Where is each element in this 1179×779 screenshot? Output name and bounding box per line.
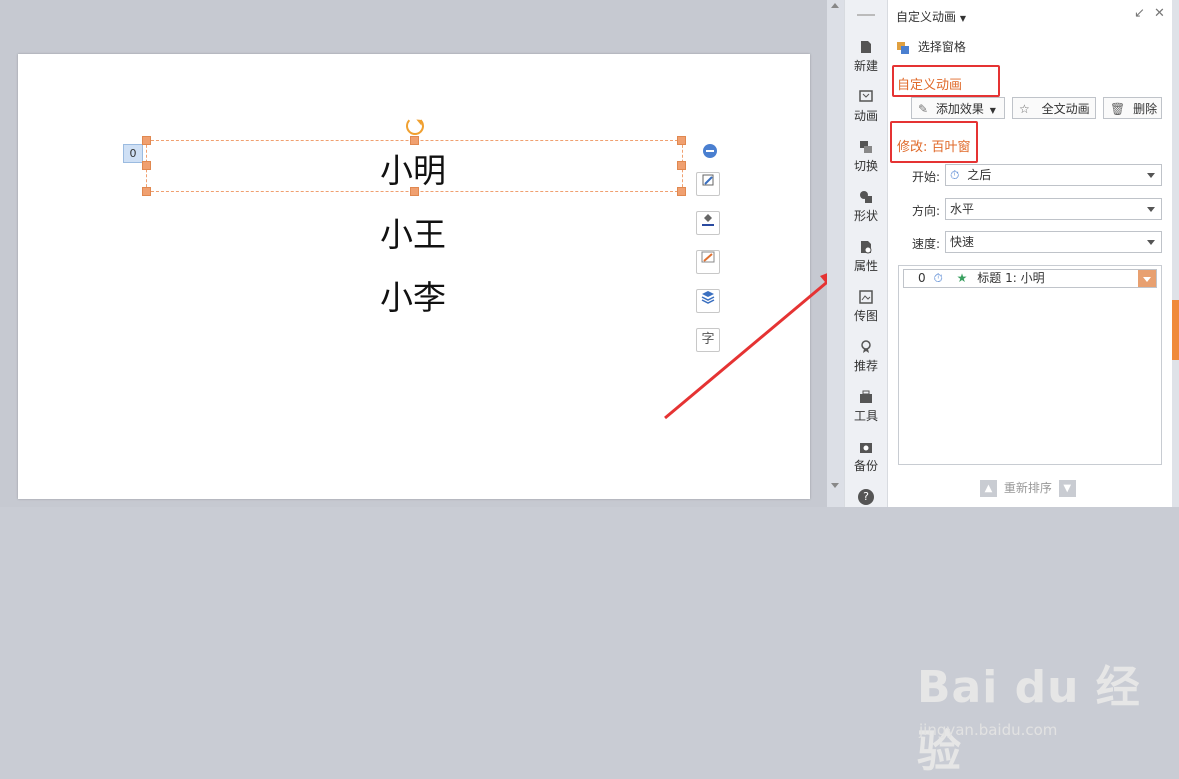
select-pane-label: 选择窗格 [917,40,966,54]
upload-image-icon [859,290,873,304]
add-effect-label: 添加效果 [935,102,984,116]
minimize-panel-icon[interactable]: ↙ [1134,6,1145,21]
new-doc-icon [861,41,871,53]
close-icon[interactable]: ✕ [1154,6,1165,21]
move-up-icon[interactable]: ▲ [980,480,997,497]
list-item[interactable]: 0 ⏱ ★ 标题 1: 小明 [903,269,1157,288]
sidebar-item-label: 新建 [853,59,878,73]
reorder-label: 重新排序 [1003,481,1052,495]
delete-button[interactable]: 🗑 删除 [1103,97,1162,119]
sidebar-item-transition[interactable]: 切换 [845,132,887,180]
toolbox-icon [860,390,872,403]
sidebar-item-upload-image[interactable]: 传图 [845,282,887,330]
scroll-up-icon[interactable] [831,3,839,8]
sidebar-item-properties[interactable]: 属性 [845,232,887,280]
sidebar-item-label: 推荐 [853,359,878,373]
timer-icon: ⏱ [933,271,943,285]
backup-icon [860,443,872,453]
modify-effect-heading: 修改: 百叶窗 [897,140,971,155]
timer-icon: ⏱ [950,168,960,182]
transition-icon [860,141,872,153]
add-effect-button[interactable]: ✎ 添加效果 ▼ [911,97,1005,119]
sidebar-item-animation[interactable]: 动画 [845,82,887,130]
delete-label: 删除 [1133,102,1158,116]
watermark-logo: Bai du 经验 [917,662,1141,777]
sidebar-item-label: 工具 [853,409,878,423]
animation-icon [859,90,873,102]
recommend-icon [861,340,871,353]
expand-panel-tab[interactable] [1172,300,1179,360]
sidebar-item-label: 动画 [853,109,878,123]
sidebar-item-shape[interactable]: 形状 [845,182,887,230]
sidebar-item-label: 属性 [853,259,878,273]
chevron-down-icon [1147,173,1155,178]
watermark-url: jingyan.baidu.com [919,721,1058,739]
chevron-down-icon [1147,207,1155,212]
row-dropdown-icon[interactable] [1138,270,1156,287]
help-icon[interactable]: ? [858,489,874,505]
select-pane-button[interactable]: 选择窗格 [896,38,966,55]
reorder-controls: ▲ 重新排序 ▼ [980,479,1076,497]
properties-icon [861,241,872,254]
task-sidebar: 新建 动画 切换 形状 属性 传图 推荐 工具 备份 ? [844,0,887,507]
direction-value: 水平 [950,202,975,216]
sidebar-item-backup[interactable]: 备份 [845,432,887,480]
shape-icon [860,191,872,203]
vertical-scrollbar[interactable] [827,0,844,507]
speed-label: 速度: [912,237,941,251]
full-text-animation-label: 全文动画 [1041,102,1090,116]
sidebar-grip-icon [857,14,875,16]
panel-title[interactable]: 自定义动画 ▼ [896,8,966,25]
custom-animation-panel: 自定义动画 ▼ ↙ ✕ 选择窗格 自定义动画 ✎ 添加效果 ▼ ☆ 全文动画 🗑… [887,0,1173,777]
pencil-icon: ✎ [918,102,929,116]
right-edge-strip [1172,0,1179,507]
direction-select[interactable]: 水平 [945,198,1162,220]
chevron-down-icon [1147,240,1155,245]
animation-list[interactable]: 0 ⏱ ★ 标题 1: 小明 Bai du 经验 jingyan.baidu.c… [898,265,1162,777]
start-label: 开始: [912,170,941,184]
sidebar-item-recommend[interactable]: 推荐 [845,332,887,380]
anim-item-text: 标题 1: 小明 [977,271,1045,285]
sidebar-item-tools[interactable]: 工具 [845,382,887,430]
dropdown-arrow-icon: ▼ [989,106,996,115]
trash-icon: 🗑 [1110,102,1126,116]
sidebar-item-label: 形状 [853,209,878,223]
custom-animation-heading: 自定义动画 [897,78,963,93]
speed-value: 快速 [950,235,975,249]
sidebar-item-label: 切换 [853,159,878,173]
sidebar-item-new[interactable]: 新建 [845,32,887,80]
select-pane-icon [897,41,909,54]
chevron-down-icon: ▼ [959,14,966,23]
full-text-animation-button[interactable]: ☆ 全文动画 [1012,97,1096,119]
sidebar-item-label: 传图 [853,309,878,323]
panel-title-text: 自定义动画 [896,10,957,24]
start-select[interactable]: ⏱ 之后 [945,164,1162,186]
direction-label: 方向: [912,204,941,218]
scroll-down-icon[interactable] [831,483,839,488]
star-effect-icon: ★ [956,271,968,285]
anim-item-index: 0 [918,271,926,285]
speed-select[interactable]: 快速 [945,231,1162,253]
start-value: 之后 [967,168,992,182]
star-outline-icon: ☆ [1019,102,1030,116]
move-down-icon[interactable]: ▼ [1058,480,1076,497]
sidebar-item-label: 备份 [853,459,878,473]
